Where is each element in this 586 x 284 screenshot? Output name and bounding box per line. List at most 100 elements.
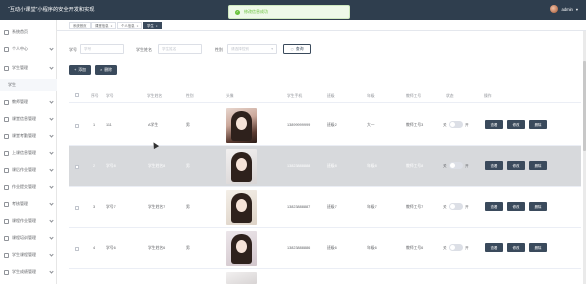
status-toggle[interactable] <box>449 162 463 169</box>
user-icon <box>4 46 9 52</box>
sidebar-item-training[interactable]: 课程培训管理 <box>0 232 57 244</box>
home-icon <box>4 29 9 35</box>
app-title: “互动小课堂”小程序的安全开发和实现 <box>8 7 95 13</box>
table-row[interactable]: 3 学号7 学生姓名7 男 13823888887 班级7 年级7 教师工号7 … <box>69 187 581 228</box>
success-toast: ✓ 修改信息成功 <box>228 5 350 19</box>
tabs-bar: 系统首页 课堂信息 × 个人信息 × 学生 × <box>57 20 586 31</box>
row-checkbox[interactable] <box>75 124 79 128</box>
sidebar-item-submission[interactable]: 作业提交管理 <box>0 181 57 193</box>
sidebar-item-assessment[interactable]: 考核管理 <box>0 198 57 210</box>
grid-icon <box>4 235 9 241</box>
chevron-down-icon <box>49 184 54 189</box>
sidebar-item-home[interactable]: 系统首页 <box>0 26 57 38</box>
chevron-down-icon: ▾ <box>271 47 273 51</box>
row-checkbox[interactable] <box>75 247 79 251</box>
chevron-down-icon <box>49 116 54 121</box>
delete-row-button[interactable]: 删除 <box>529 120 547 129</box>
tab-home[interactable]: 系统首页 <box>69 22 91 29</box>
tab-class-info[interactable]: 课堂信息 × <box>91 22 117 29</box>
chevron-down-icon <box>49 269 54 274</box>
edit-button[interactable]: 修改 <box>507 161 525 170</box>
sidebar-item-attendance[interactable]: 课堂考勤管理 <box>0 130 57 142</box>
chevron-down-icon <box>49 218 54 223</box>
teacher-icon <box>4 99 9 105</box>
gender-select[interactable]: 请选择性别 ▾ <box>227 44 277 54</box>
sidebar-item-grades[interactable]: 学生成绩管理 <box>0 266 57 278</box>
grid-icon <box>4 269 9 275</box>
view-button[interactable]: 查看 <box>485 243 503 252</box>
grid-icon <box>4 252 9 258</box>
chevron-down-icon <box>49 201 54 206</box>
sidebar-item-student[interactable]: 学生 <box>0 79 57 91</box>
row-checkbox[interactable] <box>75 165 79 169</box>
sidebar-item-teacher-mgmt[interactable]: 教师管理 <box>0 96 57 108</box>
delete-button[interactable]: × 删除 <box>95 65 117 75</box>
chevron-down-icon <box>49 150 54 155</box>
close-icon: × <box>100 68 103 72</box>
status-toggle[interactable] <box>449 203 463 210</box>
edit-button[interactable]: 修改 <box>507 120 525 129</box>
sidebar: 系统首页 个人中心 学生管理 学生 教师管理 课堂信息管理 课堂考勤管理 上课信… <box>0 20 57 284</box>
row-checkbox[interactable] <box>75 206 79 210</box>
student-table: 序号 学号 学生姓名 性别 头像 学生手机 班级 年级 教师工号 状态 操作 1… <box>69 89 581 284</box>
tab-profile[interactable]: 个人信息 × <box>117 22 143 29</box>
sidebar-item-course-homework[interactable]: 课程作业管理 <box>0 215 57 227</box>
delete-row-button[interactable]: 删除 <box>529 202 547 211</box>
check-circle-icon: ✓ <box>235 9 240 15</box>
plus-icon: + <box>74 68 77 72</box>
table-row[interactable]: 2 学号8 学生姓名8 男 13823888888 班级8 年级8 教师工号8 … <box>69 146 581 187</box>
student-name-input[interactable]: 学生姓名 <box>158 44 202 54</box>
avatar-photo <box>226 272 257 284</box>
student-name-label: 学生姓名 <box>136 47 152 52</box>
chevron-down-icon <box>49 252 54 257</box>
select-all-checkbox[interactable] <box>75 93 79 97</box>
delete-row-button[interactable]: 删除 <box>529 161 547 170</box>
avatar-photo <box>226 149 257 184</box>
chevron-down-icon: ▾ <box>575 6 578 12</box>
status-toggle[interactable] <box>449 244 463 251</box>
username: admin <box>561 6 573 12</box>
view-button[interactable]: 查看 <box>485 120 503 129</box>
sidebar-item-student-course[interactable]: 学生课程管理 <box>0 249 57 261</box>
avatar-photo <box>226 231 257 266</box>
status-toggle[interactable] <box>449 121 463 128</box>
view-button[interactable]: 查看 <box>485 202 503 211</box>
gender-label: 性别 <box>215 47 223 52</box>
sidebar-item-homework[interactable]: 课后作业管理 <box>0 164 57 176</box>
grid-icon <box>4 150 9 156</box>
chevron-down-icon <box>49 133 54 138</box>
add-button[interactable]: + 添加 <box>69 65 91 75</box>
sidebar-item-profile[interactable]: 个人中心 <box>0 43 57 55</box>
edit-button[interactable]: 修改 <box>507 202 525 211</box>
student-icon <box>4 65 9 71</box>
sidebar-item-student-mgmt[interactable]: 学生管理 <box>0 62 57 74</box>
user-menu[interactable]: admin ▾ <box>550 5 578 13</box>
grid-icon <box>4 201 9 207</box>
chevron-down-icon <box>49 235 54 240</box>
table-row[interactable] <box>69 269 581 284</box>
avatar-photo <box>226 108 257 143</box>
avatar-photo <box>226 190 257 225</box>
table-row[interactable]: 4 学号6 学生姓名6 男 13823888886 班级6 年级6 教师工号6 … <box>69 228 581 269</box>
close-icon[interactable]: × <box>137 24 139 28</box>
chevron-up-icon <box>49 65 54 70</box>
delete-row-button[interactable]: 删除 <box>529 243 547 252</box>
heart-icon: ♡ <box>290 47 294 52</box>
query-button[interactable]: ♡ 查询 <box>283 44 311 54</box>
grid-icon <box>4 218 9 224</box>
close-icon[interactable]: × <box>111 24 113 28</box>
chevron-down-icon <box>49 99 54 104</box>
view-button[interactable]: 查看 <box>485 161 503 170</box>
sidebar-item-class-info[interactable]: 课堂信息管理 <box>0 113 57 125</box>
tab-student[interactable]: 学生 × <box>143 22 162 29</box>
grid-icon <box>4 184 9 190</box>
chevron-down-icon <box>49 167 54 172</box>
grid-icon <box>4 116 9 122</box>
edit-button[interactable]: 修改 <box>507 243 525 252</box>
student-no-input[interactable]: 学号 <box>80 44 124 54</box>
table-header: 序号 学号 学生姓名 性别 头像 学生手机 班级 年级 教师工号 状态 操作 <box>69 89 581 103</box>
main-content: 学号 学号 学生姓名 学生姓名 性别 请选择性别 ▾ ♡ 查询 + 添加 × 删除 序… <box>57 31 586 284</box>
table-row[interactable]: 1 111 A学生 男 13899999999 班级2 大一 教师工号3 关 开… <box>69 105 581 146</box>
sidebar-item-lesson-info[interactable]: 上课信息管理 <box>0 147 57 159</box>
close-icon[interactable]: × <box>156 24 158 28</box>
